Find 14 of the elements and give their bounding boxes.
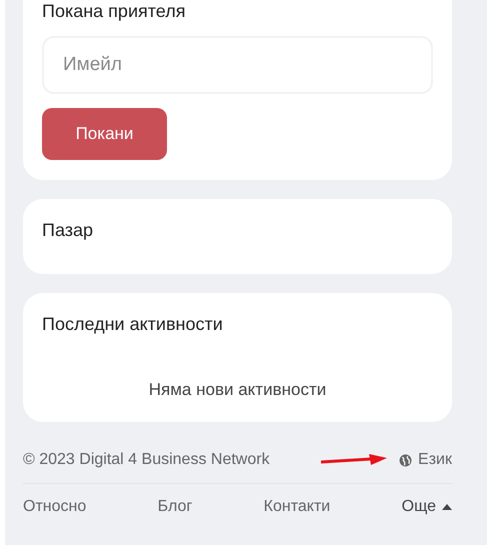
more-menu[interactable]: Още [402, 498, 452, 516]
footer-link[interactable]: Блог [158, 498, 192, 516]
footer-link[interactable]: Относно [23, 498, 86, 516]
footer-link[interactable]: Контакти [264, 498, 330, 516]
arrow-icon [321, 454, 388, 466]
empty-message: Няма нови активности [148, 380, 328, 400]
section-title: Последни активности [42, 313, 224, 335]
section-title: Пазар [42, 219, 94, 241]
language-link[interactable]: Език [399, 451, 452, 469]
copyright-text: © 2023 Digital 4 Business Network [23, 451, 270, 469]
section-title: Покана приятеля [42, 0, 186, 22]
invite-button[interactable]: Покани [42, 108, 167, 160]
email-field[interactable]: Имейл [42, 36, 433, 94]
globe-icon [399, 454, 412, 466]
